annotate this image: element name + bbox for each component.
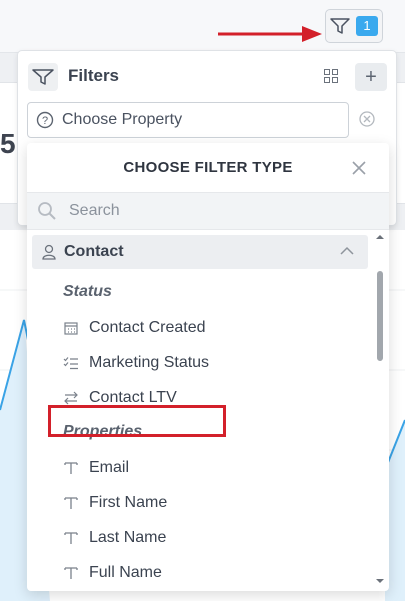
help-circle-icon: ? [36,111,54,129]
search-input[interactable] [67,201,351,221]
filter-item-label: Last Name [89,529,167,546]
user-icon [42,244,56,260]
filter-item-label: Email [89,459,130,476]
group-contact[interactable]: Contact [32,235,368,269]
filter-item-email[interactable]: Email [63,455,129,481]
choose-property-label: Choose Property [62,111,183,128]
filter-item-label: Marketing Status [89,354,210,371]
filter-icon [330,18,350,34]
highlight-box [48,405,226,437]
filter-icon [28,63,58,91]
filter-item-first-name[interactable]: First Name [63,490,167,516]
swap-arrows-icon [63,391,79,405]
filter-item-label: Full Name [89,564,162,581]
text-icon [63,496,79,510]
scrollbar[interactable] [375,233,385,587]
calendar-icon [63,321,79,335]
scrollbar-thumb[interactable] [377,271,383,361]
filter-toggle-button[interactable]: 1 [325,9,383,43]
choose-property-select[interactable]: ? Choose Property [27,102,349,138]
section-status: Status [63,283,112,300]
chevron-up-icon[interactable] [340,246,354,256]
svg-text:?: ? [42,115,48,127]
filter-count-badge: 1 [356,16,378,36]
filter-type-dropdown: CHOOSE FILTER TYPE Contact Status [27,143,389,591]
dropdown-title: CHOOSE FILTER TYPE [123,159,293,176]
filter-item-marketing-status[interactable]: Marketing Status [63,350,209,376]
search-box [27,192,389,230]
close-icon[interactable] [351,160,367,176]
clear-circle-icon[interactable] [358,110,376,128]
grid-icon[interactable] [324,69,338,83]
add-filter-button[interactable]: + [355,63,387,91]
text-icon [63,566,79,580]
panel-title: Filters [68,66,120,85]
scroll-up-icon[interactable] [375,233,385,241]
annotation-arrow [218,26,322,42]
filter-item-label: First Name [89,494,168,511]
filter-item-contact-created[interactable]: Contact Created [63,315,206,341]
scroll-down-icon[interactable] [375,577,385,585]
filter-item-last-name[interactable]: Last Name [63,525,166,551]
background-number: 5 [0,128,16,159]
text-icon [63,461,79,475]
filter-item-label: Contact Created [89,319,206,336]
group-contact-label: Contact [64,243,124,260]
filter-item-full-name[interactable]: Full Name [63,560,162,586]
search-icon [38,202,56,220]
text-icon [63,531,79,545]
list-check-icon [63,356,79,370]
